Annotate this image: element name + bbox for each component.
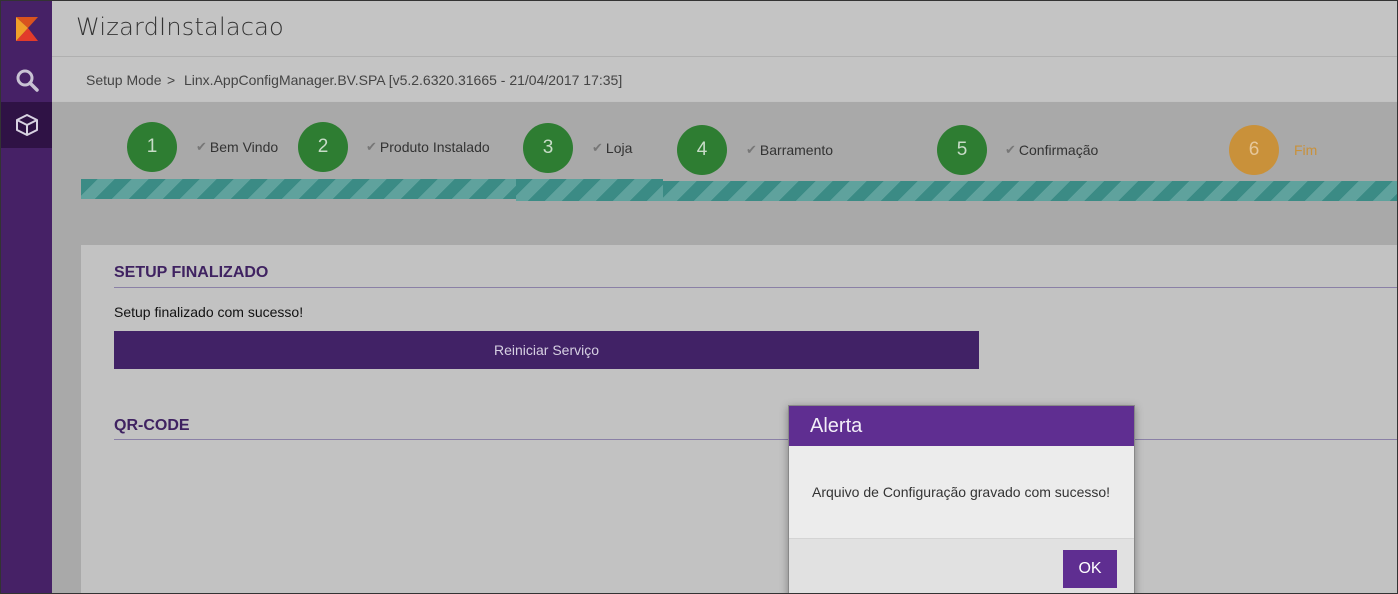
breadcrumb-current: Linx.AppConfigManager.BV.SPA [v5.2.6320.…	[184, 72, 623, 88]
cube-icon[interactable]	[1, 102, 52, 148]
step-1-circle[interactable]: 1	[127, 122, 177, 172]
step-progress-bar	[663, 181, 1397, 201]
breadcrumb-root[interactable]: Setup Mode	[86, 72, 162, 88]
app-title: WizardInstalacao	[76, 13, 284, 41]
step-3-circle[interactable]: 3	[523, 123, 573, 173]
dialog-title: Alerta	[789, 406, 1134, 446]
breadcrumb-separator: >	[167, 72, 176, 88]
alert-dialog: Alerta Arquivo de Configuração gravado c…	[788, 405, 1135, 593]
section-divider	[114, 439, 1397, 440]
step-5-label: ✔ Confirmação	[1005, 142, 1098, 158]
step-4-label: ✔ Barramento	[746, 142, 833, 158]
breadcrumb: Setup Mode > Linx.AppConfigManager.BV.SP…	[52, 57, 1397, 101]
step-1-label: ✔ Bem Vindo	[196, 139, 278, 155]
title-bar: WizardInstalacao	[52, 1, 1397, 57]
check-icon: ✔	[366, 139, 377, 154]
step-progress-bar	[81, 179, 285, 199]
ok-button[interactable]: OK	[1063, 550, 1117, 588]
setup-panel: SETUP FINALIZADO Setup finalizado com su…	[81, 245, 1397, 593]
step-5-text: Confirmação	[1018, 142, 1099, 158]
check-icon: ✔	[196, 139, 207, 154]
step-progress-bar	[285, 179, 516, 199]
step-2-label: ✔ Produto Instalado	[366, 139, 490, 155]
setup-success-message: Setup finalizado com sucesso!	[114, 304, 304, 320]
step-6-label: Fim	[1294, 142, 1317, 158]
step-5-circle[interactable]: 5	[937, 125, 987, 175]
setup-finalizado-heading: SETUP FINALIZADO	[114, 264, 269, 281]
dialog-message: Arquivo de Configuração gravado com suce…	[789, 446, 1134, 538]
sidebar	[1, 1, 52, 593]
dialog-footer: OK	[789, 538, 1134, 593]
step-3-label: ✔ Loja	[592, 140, 632, 156]
step-2-text: Produto Instalado	[379, 139, 490, 155]
check-icon: ✔	[592, 140, 603, 155]
qr-code-heading: QR-CODE	[114, 417, 190, 434]
step-4-text: Barramento	[759, 142, 834, 158]
search-icon[interactable]	[1, 57, 52, 103]
step-6-circle[interactable]: 6	[1229, 125, 1279, 175]
linx-logo-icon[interactable]	[1, 6, 52, 52]
check-icon: ✔	[1005, 142, 1016, 157]
step-progress-bar	[516, 179, 663, 201]
restart-service-button[interactable]: Reiniciar Serviço	[114, 331, 979, 369]
section-divider	[114, 287, 1397, 288]
check-icon: ✔	[746, 142, 757, 157]
app-window: WizardInstalacao Setup Mode > Linx.AppCo…	[0, 0, 1398, 594]
step-2-circle[interactable]: 2	[298, 122, 348, 172]
step-1-text: Bem Vindo	[209, 139, 279, 155]
step-3-text: Loja	[605, 140, 633, 156]
step-4-circle[interactable]: 4	[677, 125, 727, 175]
step-6-text: Fim	[1294, 142, 1318, 158]
